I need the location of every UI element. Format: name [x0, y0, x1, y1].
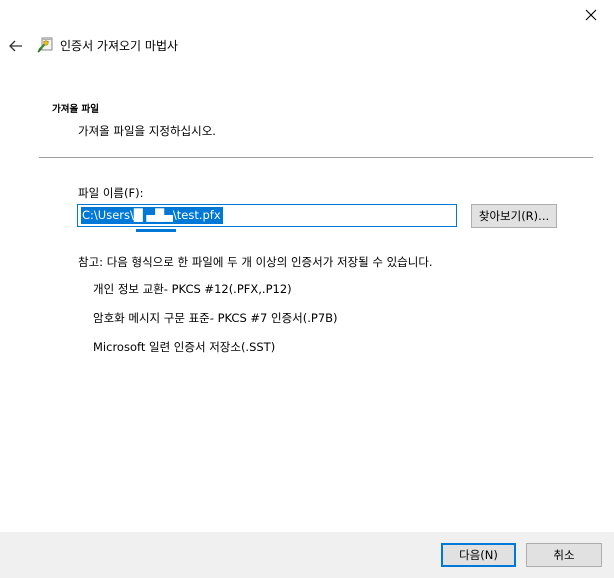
wizard-title: 인증서 가져오기 마법사 — [60, 39, 179, 53]
note-text: 참고: 다음 형식으로 한 파일에 두 개 이상의 인증서가 저장될 수 있습니… — [78, 255, 433, 269]
format-item-p7b: 암호화 메시지 구문 표준- PKCS #7 인증서(.P7B) — [93, 311, 338, 325]
back-arrow-icon — [9, 37, 23, 56]
browse-button[interactable]: 찾아보기(R)... — [471, 204, 557, 228]
format-item-sst: Microsoft 일련 인증서 저장소(.SST) — [93, 340, 276, 354]
footer-bar — [0, 532, 614, 578]
back-button[interactable] — [6, 36, 26, 56]
format-item-pfx: 개인 정보 교환- PKCS #12(.PFX,.P12) — [93, 282, 292, 296]
header-divider — [39, 157, 593, 158]
section-description: 가져올 파일을 지정하십시오. — [78, 124, 216, 138]
file-name-label: 파일 이름(F): — [78, 186, 144, 200]
section-title: 가져올 파일 — [52, 104, 100, 115]
text-selection-underline — [136, 229, 176, 232]
file-name-input[interactable]: C:\Users\█ ▄█▄\test.pfx — [77, 204, 457, 227]
certificate-wizard-icon — [37, 36, 55, 54]
file-name-value: C:\Users\█ ▄█▄\test.pfx — [81, 207, 223, 224]
close-icon — [585, 6, 597, 25]
cancel-button[interactable]: 취소 — [526, 543, 602, 567]
certificate-import-wizard-dialog: 인증서 가져오기 마법사 가져올 파일 가져올 파일을 지정하십시오. 파일 이… — [0, 0, 614, 578]
close-button[interactable] — [568, 0, 614, 30]
next-button[interactable]: 다음(N) — [441, 543, 516, 567]
